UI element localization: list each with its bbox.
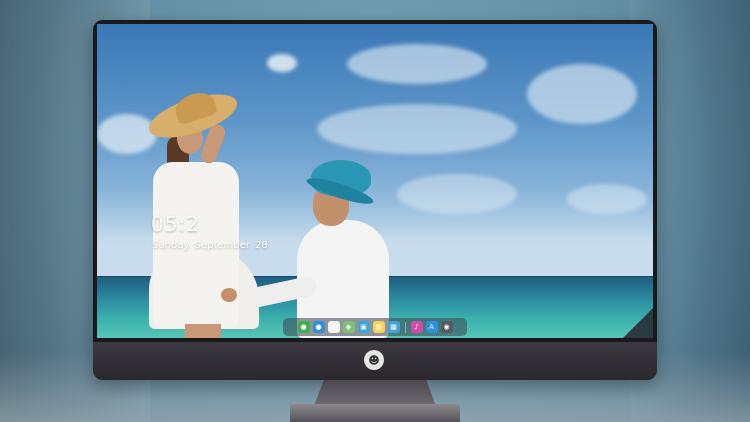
dock-separator	[404, 321, 406, 333]
woman-legs	[185, 324, 221, 338]
monitor-chin: ☻	[93, 342, 657, 380]
cloud	[397, 174, 517, 214]
music-icon[interactable]: ♪	[410, 321, 423, 333]
lockscreen-clock: 05:2	[151, 212, 200, 236]
maps-icon[interactable]: ◆	[342, 321, 355, 333]
cloud	[567, 184, 647, 214]
cloud	[97, 114, 157, 154]
lock-screen[interactable]: 05:2 Sunday September 28 ● ● ◴ ◆ ▣ ▤ ▦ ♪ A ◉	[97, 24, 653, 338]
lockscreen-date: Sunday September 28	[152, 240, 268, 251]
monitor-stand-neck	[314, 380, 436, 406]
photos-icon[interactable]: ▦	[387, 321, 400, 333]
cloud	[347, 44, 487, 84]
chat-icon[interactable]: ●	[312, 321, 325, 333]
cloud	[267, 54, 297, 72]
monitor-stand-base	[290, 404, 460, 422]
cloud	[527, 64, 637, 124]
messages-icon[interactable]: ●	[297, 321, 310, 333]
notes-icon[interactable]: ▤	[372, 321, 385, 333]
dock: ● ● ◴ ◆ ▣ ▤ ▦ ♪ A ◉	[283, 318, 467, 336]
holding-hands	[221, 288, 237, 302]
camera-icon[interactable]: ◉	[440, 321, 453, 333]
appstore-icon[interactable]: A	[425, 321, 438, 333]
cloud	[317, 104, 517, 154]
clock-icon[interactable]: ◴	[327, 321, 340, 333]
brand-logo-icon: ☻	[364, 350, 384, 370]
monitor: 05:2 Sunday September 28 ● ● ◴ ◆ ▣ ▤ ▦ ♪ A ◉ ☻	[93, 20, 657, 380]
screen-corner-shadow	[623, 308, 653, 338]
finder-icon[interactable]: ▣	[357, 321, 370, 333]
